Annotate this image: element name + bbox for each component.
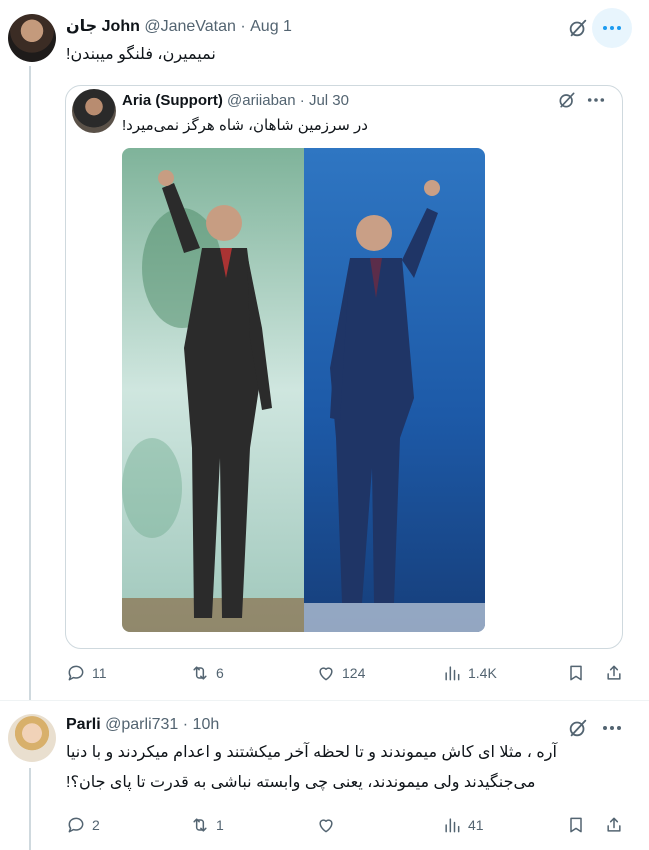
retweet-button[interactable]: 1 [190, 815, 224, 835]
reply-count: 11 [92, 665, 107, 681]
tweet-divider [0, 700, 649, 701]
display-name[interactable]: Parli [66, 716, 101, 733]
bookmark-icon [570, 817, 582, 833]
timestamp[interactable]: Aug 1 [250, 18, 292, 35]
tweet-text: نمیمیرن، فلنگو میبندن! [66, 46, 216, 63]
grok-icon[interactable] [566, 16, 590, 40]
bookmark-button[interactable] [566, 815, 586, 835]
tweet-text-line-2: می‌جنگیدند ولی میموندند، یعنی چی وابسته … [66, 774, 536, 791]
grok-icon[interactable] [566, 716, 590, 740]
share-button[interactable] [604, 815, 624, 835]
views-button[interactable]: 41 [442, 815, 484, 835]
more-icon[interactable] [582, 89, 610, 111]
views-icon [445, 666, 460, 681]
timestamp[interactable]: 10h [193, 716, 220, 733]
quoted-media-image[interactable] [122, 148, 485, 632]
avatar-john[interactable] [8, 14, 56, 62]
retweet-button[interactable]: 6 [190, 663, 224, 683]
like-icon [319, 667, 333, 681]
reply-icon [68, 817, 84, 833]
handle[interactable]: @JaneVatan [144, 18, 236, 35]
more-icon[interactable] [598, 716, 626, 740]
tweet-text-line-1: آره ، مثلا ای کاش میموندند و تا لحظه آخر… [66, 744, 557, 761]
views-count: 1.4K [468, 665, 497, 681]
bookmark-button[interactable] [566, 663, 586, 683]
views-count: 41 [468, 817, 484, 833]
reply-button[interactable]: 11 [66, 663, 107, 683]
avatar-aria[interactable] [72, 89, 116, 133]
like-button[interactable]: 124 [316, 663, 365, 683]
handle[interactable]: @parli731 [105, 716, 178, 733]
retweet-count: 1 [216, 817, 224, 833]
quoted-timestamp: Jul 30 [308, 92, 349, 109]
reply-count: 2 [92, 817, 100, 833]
thread-line [29, 768, 31, 850]
share-button[interactable] [604, 663, 624, 683]
more-icon[interactable] [592, 8, 632, 48]
quoted-display-name: Aria (Support) [122, 92, 223, 109]
display-name[interactable]: جان John [66, 18, 140, 35]
bookmark-icon [570, 665, 582, 681]
grok-icon[interactable] [556, 89, 578, 111]
retweet-icon [193, 666, 207, 680]
quoted-tweet-card[interactable]: Aria (Support) @ariiaban · Jul 30 در سرز… [65, 85, 623, 649]
views-button[interactable]: 1.4K [442, 663, 497, 683]
views-icon [445, 818, 460, 833]
like-icon [319, 819, 333, 833]
retweet-icon [193, 818, 207, 832]
quoted-handle: @ariiaban [227, 92, 296, 109]
share-icon [607, 665, 621, 680]
like-button[interactable] [316, 815, 342, 835]
quoted-text: در سرزمین شاهان، شاه هرگز نمی‌میرد! [122, 117, 368, 134]
reply-button[interactable]: 2 [66, 815, 100, 835]
like-count: 124 [342, 665, 366, 681]
retweet-count: 6 [216, 665, 224, 681]
share-icon [607, 817, 621, 832]
reply-icon [68, 665, 84, 681]
avatar-parli[interactable] [8, 714, 56, 762]
thread-line [29, 66, 31, 700]
